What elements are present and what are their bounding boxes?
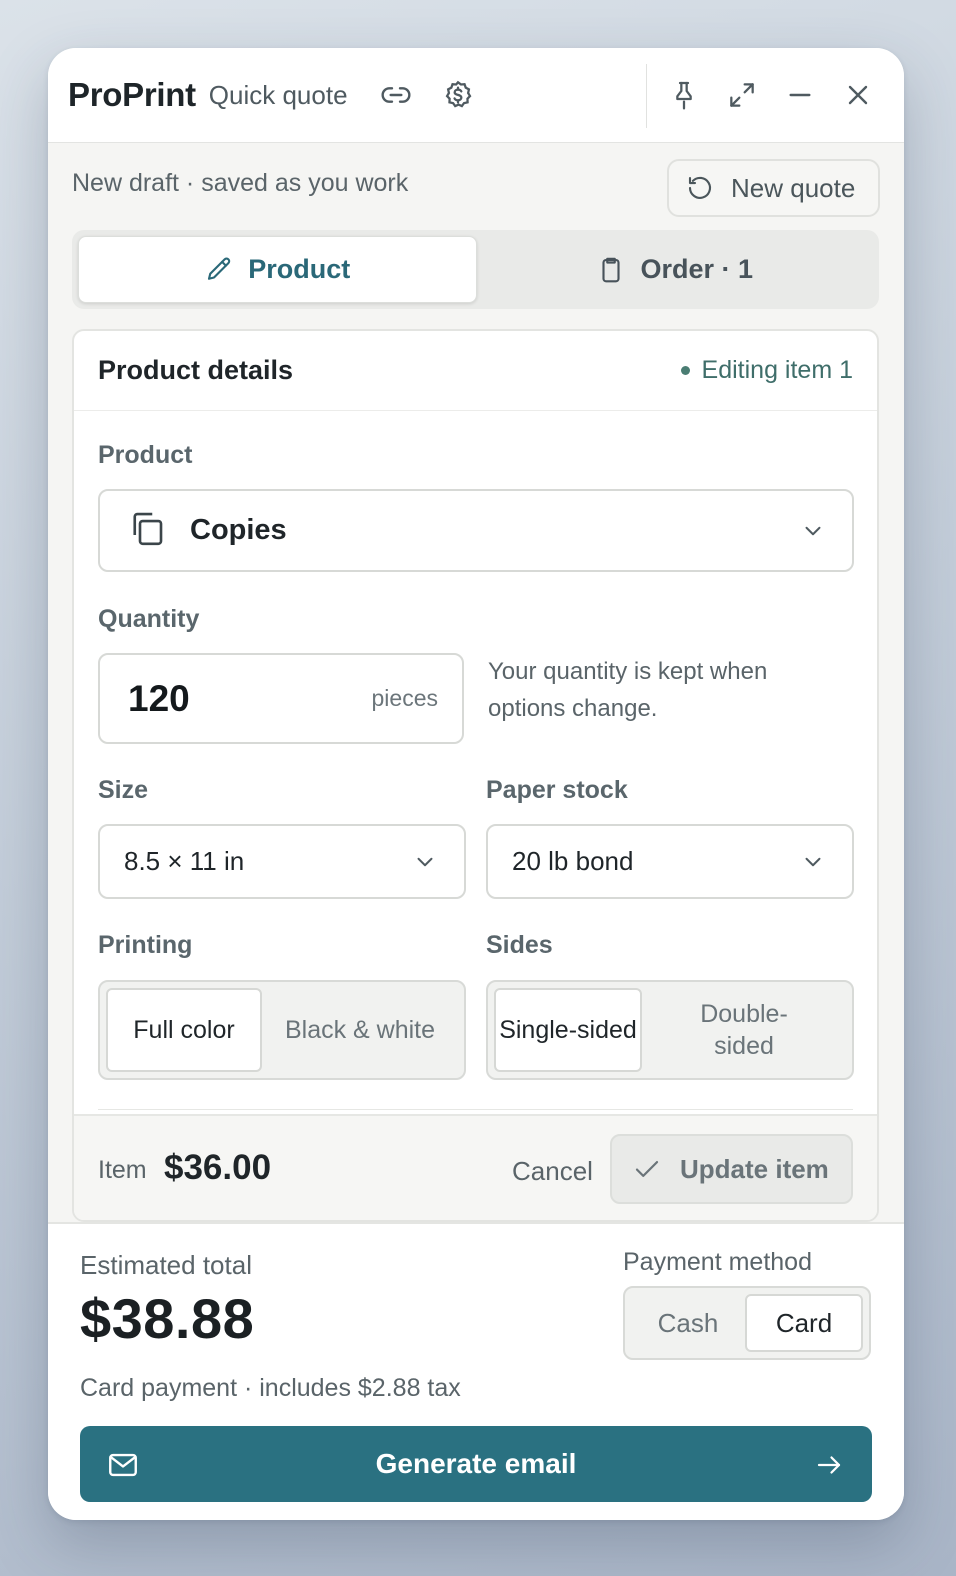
- link-icon[interactable]: [376, 75, 416, 115]
- quantity-help-text: Your quantity is kept when options chang…: [488, 658, 768, 722]
- editing-status: Editing item 1: [680, 356, 853, 385]
- new-quote-label: New quote: [731, 172, 856, 203]
- update-item-button[interactable]: Update item: [610, 1134, 853, 1204]
- clipboard-icon: [602, 257, 621, 282]
- estimated-total-label: Estimated total: [80, 1250, 252, 1280]
- generate-email-button[interactable]: Generate email: [80, 1426, 872, 1502]
- expand-icon[interactable]: [722, 75, 762, 115]
- double-sided-option-label: Double-sided: [700, 1000, 788, 1060]
- quick-quote-window: ProPrint Quick quote New draft · saved a…: [48, 48, 904, 1520]
- product-details-card: Product details Editing item 1 Product C…: [72, 329, 879, 1222]
- sides-toggle: Single-sided Double-sided: [486, 980, 854, 1080]
- black-white-option[interactable]: Black & white: [262, 988, 458, 1072]
- item-price: $36.00: [164, 1148, 272, 1187]
- toolbar-divider: [646, 64, 647, 128]
- tab-product[interactable]: Product: [78, 236, 477, 303]
- tab-order[interactable]: Order · 1: [477, 236, 874, 303]
- close-icon[interactable]: [838, 75, 878, 115]
- product-value: Copies: [190, 514, 287, 546]
- payment-method-toggle: Cash Card: [623, 1286, 871, 1360]
- editing-status-text: Editing item 1: [701, 356, 853, 384]
- card-option[interactable]: Card: [745, 1294, 863, 1352]
- cash-option[interactable]: Cash: [631, 1294, 745, 1352]
- summary-panel: Estimated total $38.88 Card payment · in…: [48, 1222, 904, 1520]
- title-bar: ProPrint Quick quote: [48, 48, 904, 143]
- update-item-label: Update item: [680, 1153, 829, 1184]
- arrow-right-icon: [817, 1456, 841, 1474]
- reset-icon: [688, 176, 712, 199]
- quantity-value: 120: [128, 677, 190, 719]
- full-color-option[interactable]: Full color: [106, 988, 262, 1072]
- window-subtitle: Quick quote: [208, 79, 348, 110]
- item-label: Item: [98, 1156, 147, 1184]
- paper-stock-select[interactable]: 20 lb bond: [486, 824, 854, 899]
- single-sided-option[interactable]: Single-sided: [494, 988, 642, 1072]
- card-title: Product details: [98, 355, 294, 385]
- pencil-icon: [208, 257, 231, 280]
- estimated-total-value: $38.88: [80, 1287, 255, 1350]
- black-white-option-label: Black & white: [284, 1016, 436, 1044]
- quantity-input[interactable]: 120 pieces: [98, 653, 464, 744]
- status-dot: [680, 366, 690, 375]
- tab-bar: Product Order · 1: [72, 230, 879, 309]
- product-select[interactable]: Copies: [98, 489, 854, 572]
- size-label: Size: [98, 776, 149, 804]
- chevron-down-icon: [805, 526, 821, 535]
- draft-row: New draft · saved as you work New quote: [48, 143, 904, 231]
- payment-note: Card payment · includes $2.88 tax: [80, 1374, 461, 1402]
- chevron-down-icon: [417, 857, 433, 866]
- card-footer: Item $36.00 Cancel Update item: [74, 1114, 877, 1220]
- check-icon: [635, 1161, 659, 1177]
- paper-stock-value: 20 lb bond: [512, 846, 634, 876]
- size-value: 8.5 × 11 in: [124, 846, 245, 876]
- paper-stock-label: Paper stock: [486, 776, 628, 804]
- mail-icon: [109, 1453, 137, 1477]
- new-quote-button[interactable]: New quote: [667, 159, 880, 217]
- sides-label: Sides: [486, 931, 553, 959]
- payment-method-label: Payment method: [623, 1248, 812, 1276]
- printing-label: Printing: [98, 931, 193, 959]
- pin-icon[interactable]: [664, 75, 704, 115]
- quantity-label: Quantity: [98, 605, 200, 633]
- printing-toggle: Full color Black & white: [98, 980, 466, 1080]
- copies-icon: [126, 507, 168, 554]
- card-header: Product details Editing item 1: [74, 331, 877, 411]
- size-select[interactable]: 8.5 × 11 in: [98, 824, 466, 899]
- tab-order-label: Order · 1: [640, 254, 754, 284]
- app-brand: ProPrint: [68, 76, 196, 113]
- quantity-unit: pieces: [371, 685, 438, 711]
- product-label: Product: [98, 441, 193, 469]
- dollar-icon[interactable]: [438, 75, 478, 115]
- draft-status: New draft · saved as you work: [72, 169, 409, 197]
- tab-product-label: Product: [248, 254, 351, 284]
- chevron-down-icon: [805, 857, 821, 866]
- cancel-button[interactable]: Cancel: [512, 1156, 593, 1187]
- window-controls: [664, 75, 878, 115]
- divider: [98, 1109, 853, 1110]
- generate-email-label: Generate email: [375, 1448, 577, 1479]
- minimize-icon[interactable]: [780, 75, 820, 115]
- double-sided-option[interactable]: Double-sided: [642, 988, 846, 1072]
